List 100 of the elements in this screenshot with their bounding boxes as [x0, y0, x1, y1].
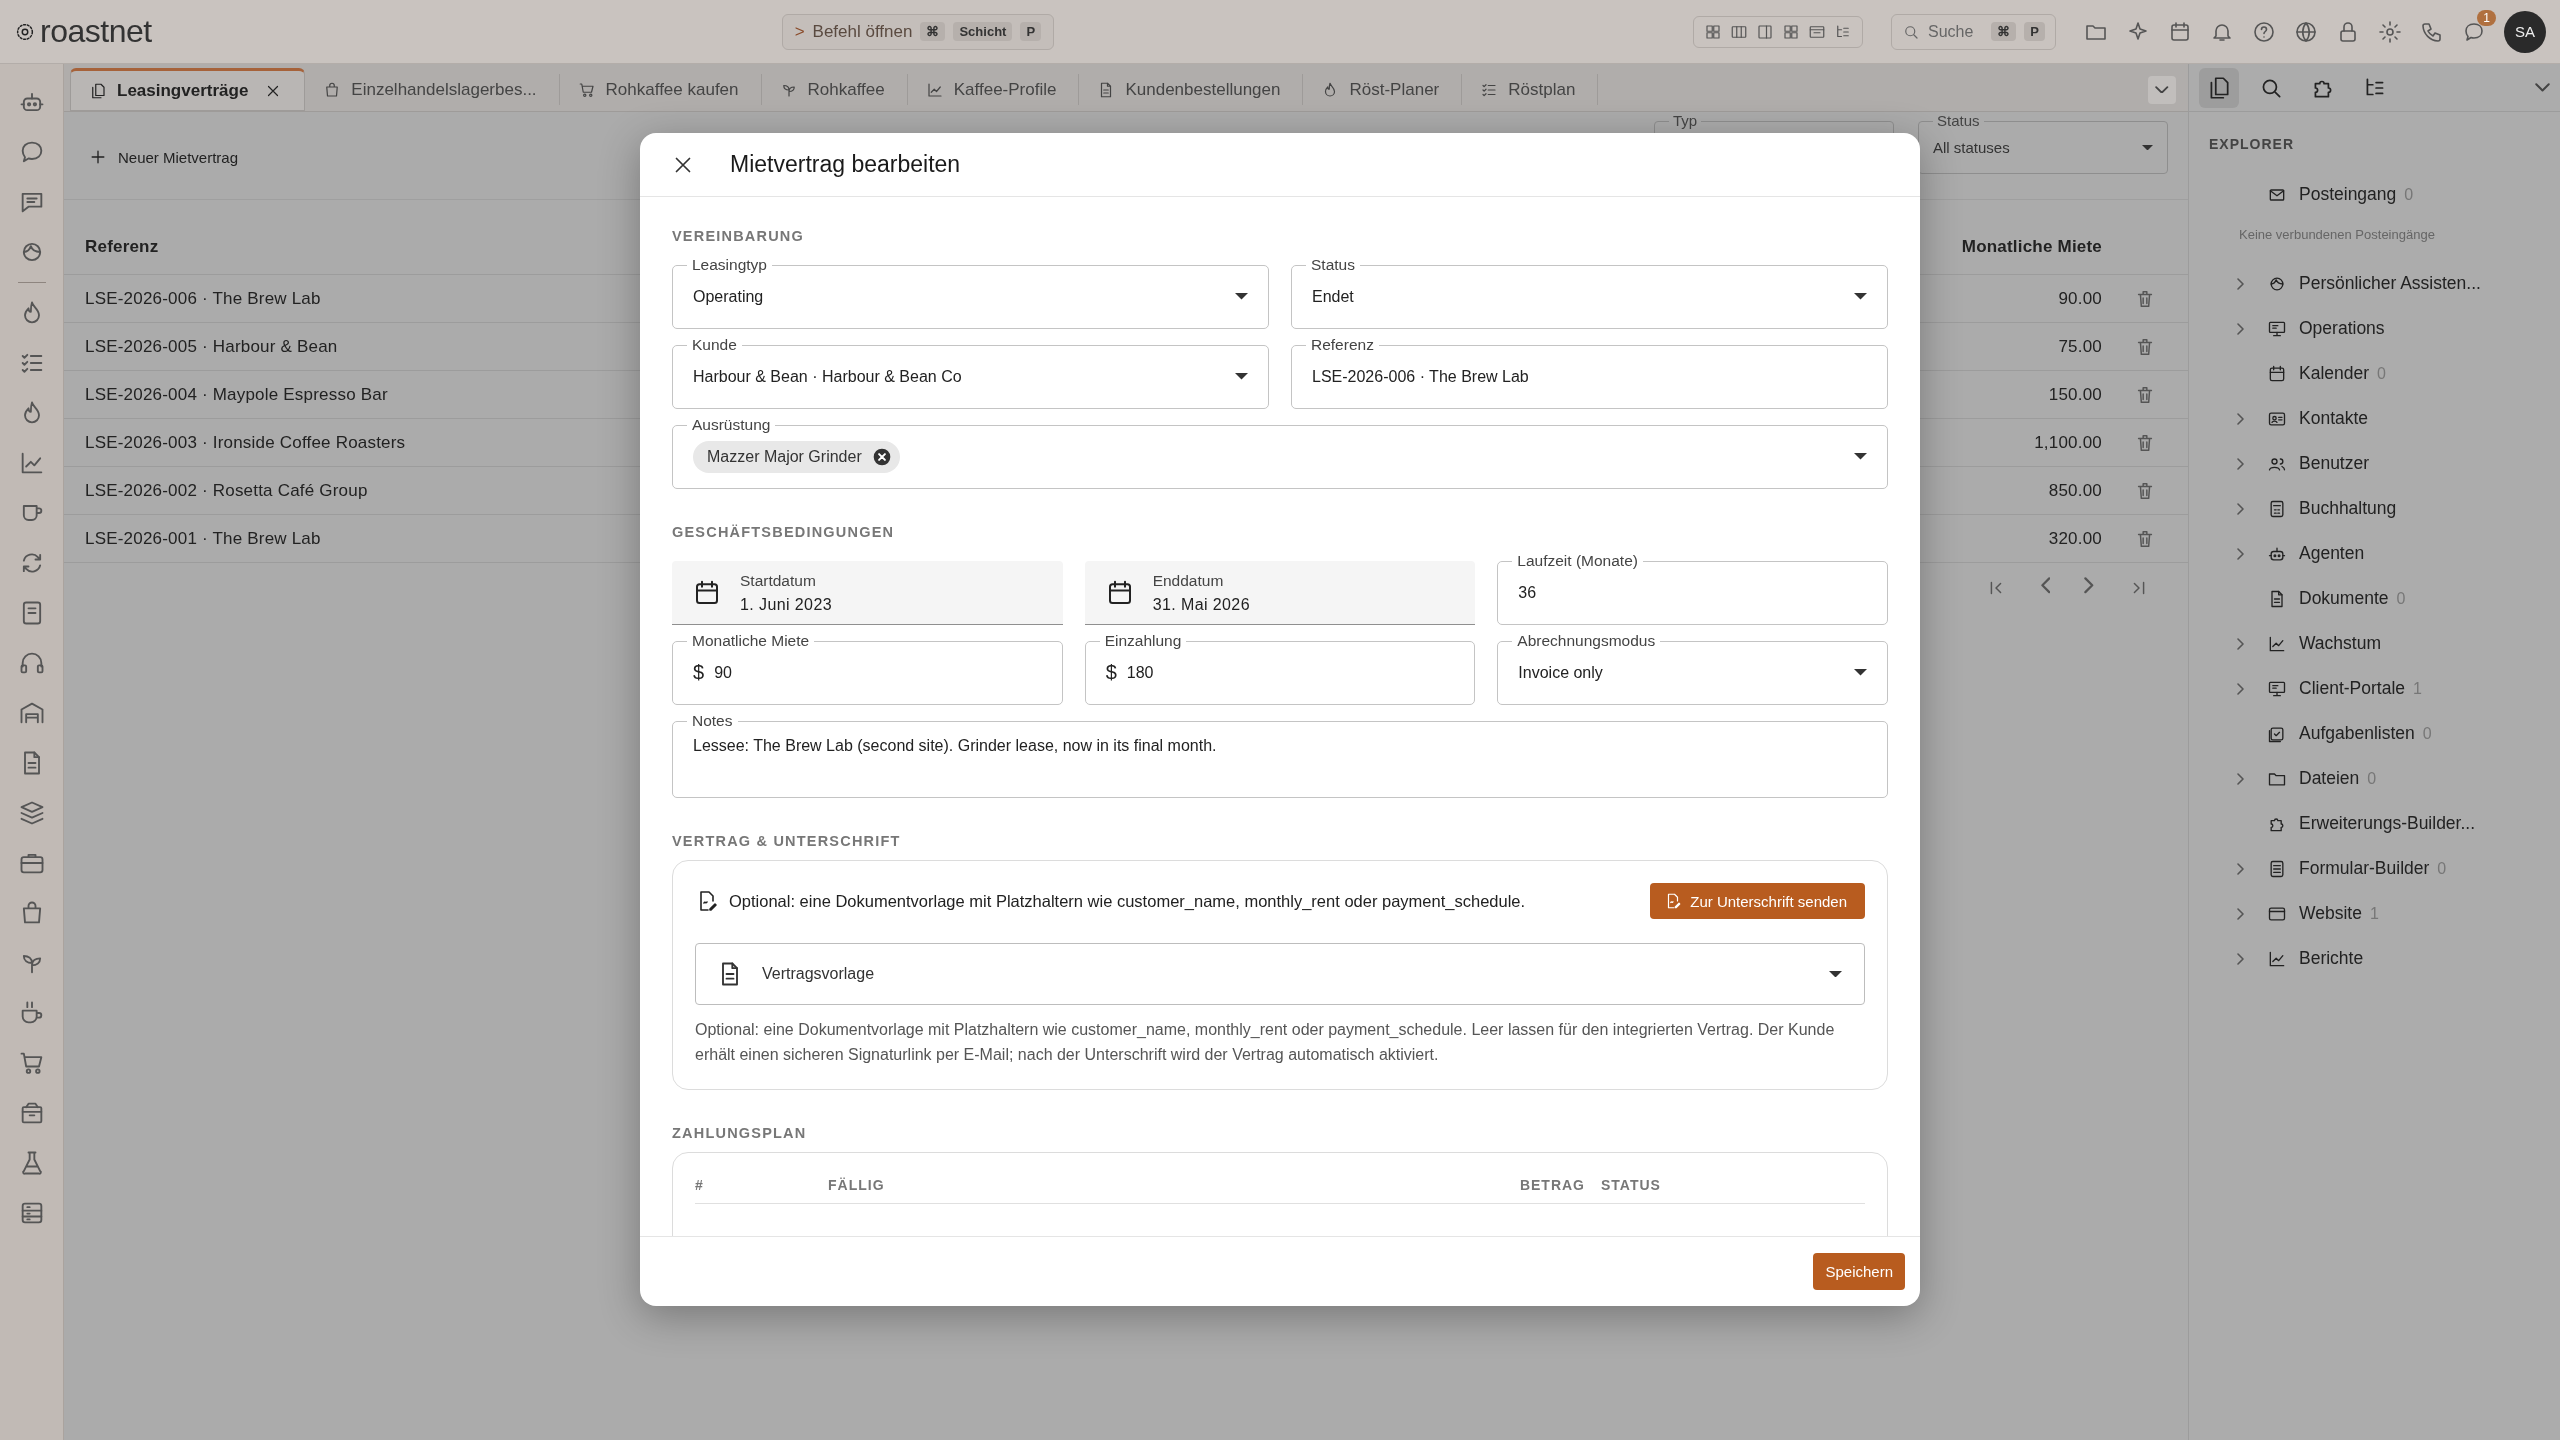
explorer-item[interactable]: Benutzer [2189, 441, 2560, 486]
caret-icon [1829, 970, 1842, 978]
tab[interactable]: Kaffee-Profile [907, 74, 1080, 105]
table-cell: LSE-2026-004 · Maypole Espresso Bar [85, 384, 388, 405]
settings-button[interactable] [2378, 19, 2402, 44]
table-cell: LSE-2026-001 · The Brew Lab [85, 528, 321, 549]
table-cell: LSE-2026-003 · Ironside Coffee Roasters [85, 432, 406, 453]
chevron-right-icon [2237, 277, 2244, 290]
tab[interactable]: Rohkaffee kaufen [559, 74, 762, 105]
search-field[interactable]: Suche ⌘ P [1891, 13, 2056, 50]
explorer-item[interactable]: Berichte [2189, 936, 2560, 981]
explorer-item[interactable]: Kontakte [2189, 396, 2560, 441]
field-value: 1. Juni 2023 [740, 595, 832, 614]
date-field[interactable]: Enddatum 31. Mai 2026 [1084, 561, 1476, 625]
explorer-item[interactable]: Persönlicher Assisten... [2189, 261, 2560, 306]
field-label: Kunde [691, 335, 738, 355]
caret-icon [1854, 453, 1867, 460]
table-cell-text: 320.00 [2047, 528, 2102, 549]
column-header: Referenz [85, 237, 159, 257]
caret-icon [1854, 293, 1867, 300]
collapse-button[interactable] [2535, 83, 2550, 92]
tabs-menu-button[interactable] [2148, 75, 2176, 104]
caret-icon [2142, 144, 2153, 151]
user-avatar[interactable]: SA [2504, 10, 2546, 53]
chevron-right-icon [2237, 772, 2244, 785]
table-cell-text: 75.00 [2057, 336, 2102, 357]
tab[interactable]: Röst-Planer [1303, 74, 1463, 105]
template-select[interactable]: Vertragsvorlage [695, 943, 1865, 1005]
tab[interactable]: Leasingverträge [70, 68, 306, 111]
explorer-item[interactable]: Erweiterungs-Builder... [2189, 801, 2560, 846]
settings-icon [2378, 19, 2402, 44]
tab[interactable]: Röstplan [1462, 74, 1599, 105]
equipment-chip[interactable]: Mazzer Major Grinder [693, 440, 900, 473]
section-heading: GESCHÄFTSBEDINGUNGEN [672, 523, 896, 541]
chevron-right-icon [2237, 322, 2244, 335]
field-label: Ausrüstung [691, 415, 772, 435]
help-button[interactable] [2252, 19, 2276, 44]
calendar-button[interactable] [2168, 19, 2192, 44]
panel-title: EXPLORER [2208, 135, 2295, 154]
remove-icon [871, 446, 892, 467]
panel-icon [1756, 22, 1774, 41]
grid-icon [1782, 22, 1800, 41]
tab[interactable]: Kundenbestellungen [1079, 74, 1304, 105]
table-cell-text: 150.00 [2047, 384, 2102, 405]
files-tab-button[interactable] [2199, 67, 2239, 108]
layout-button[interactable] [1782, 22, 1800, 41]
column-header: FÄLLIG [828, 1177, 886, 1193]
grid-icon [1704, 22, 1722, 41]
field-label: Referenz [1310, 335, 1375, 355]
field-value: 31. Mai 2026 [1152, 595, 1250, 614]
column-header: BETRAG [1518, 1177, 1585, 1193]
chevron-right-icon [2237, 862, 2244, 875]
command-button[interactable]: > Befehl öffnen ⌘ Schicht P [781, 13, 1055, 50]
field-label: Startdatum [740, 571, 817, 590]
field-label: Status [1936, 112, 1981, 130]
field-label: Abrechnungsmodus [1516, 631, 1657, 651]
new-lease-button[interactable]: Neuer Mietvertrag [82, 146, 245, 168]
field-label: Enddatum [1152, 571, 1225, 590]
layout-button[interactable] [1704, 22, 1722, 41]
column-header: Monatliche Miete [1960, 237, 2102, 257]
cart-icon [577, 80, 596, 99]
info-text: Optional: eine Dokumentvorlage mit Platzhaltern wie customer_name, monthly_rent oder payment_schedule. [729, 891, 1526, 911]
layout-button[interactable] [1756, 22, 1774, 41]
chevron-right-icon [2237, 502, 2244, 515]
chevron-right-icon [2084, 577, 2094, 594]
files-icon [89, 81, 107, 100]
field-label: Typ [1672, 112, 1699, 130]
help-icon [2252, 19, 2276, 44]
explorer-item[interactable]: Buchhaltung [2189, 486, 2560, 531]
table-cell: LSE-2026-006 · The Brew Lab [85, 288, 321, 309]
table-cell: LSE-2026-002 · Rosetta Café Group [85, 480, 368, 501]
explorer-item[interactable]: Operations [2189, 306, 2560, 351]
save-button[interactable]: Speichern [1813, 1253, 1905, 1290]
tab[interactable]: Rohkaffee [761, 74, 908, 105]
explorer-item[interactable]: Agenten [2189, 531, 2560, 576]
table-cell-text: 1,100.00 [2033, 432, 2102, 453]
chevron-right-icon [2237, 547, 2244, 560]
calendar-icon [2168, 19, 2192, 44]
send-for-signature-button[interactable]: Zur Unterschrift senden [1650, 883, 1865, 919]
chevron-left-icon [2040, 577, 2051, 594]
field-label: Notes [691, 711, 734, 731]
chevron-right-icon [2237, 637, 2244, 650]
explorer-item[interactable]: Wachstum [2189, 621, 2560, 666]
table-cell-text: 850.00 [2047, 480, 2102, 501]
chevron-down-icon [2535, 83, 2550, 92]
help-text: Optional: eine Dokumentvorlage mit Platzhaltern wie customer_name, monthly_rent oder payment_schedule. Leer lassen für den integrierten Vertrag. Der Kunde erhält einen sicheren Signaturlink per E-Mail; nach der Unterschrift wird der Vertrag automatisch aktiviert. [695, 1020, 1836, 1065]
section-heading: VERTRAG & UNTERSCHRIFT [672, 832, 902, 850]
chevron-right-icon [2237, 682, 2244, 695]
field-label: Monatliche Miete [691, 631, 811, 651]
chevron-right-icon [2237, 457, 2244, 470]
field-label: Leasingtyp [691, 255, 768, 275]
caret-icon [1235, 373, 1248, 380]
app-logo: roastnet [40, 13, 152, 50]
field-label: Status [1310, 255, 1356, 275]
chevron-right-icon [2237, 952, 2244, 965]
date-field[interactable]: Startdatum 1. Juni 2023 [672, 561, 1063, 625]
globe-button[interactable] [2294, 19, 2318, 44]
calendar-icon [2267, 363, 2287, 384]
field-label: Laufzeit (Monate) [1516, 551, 1639, 571]
tab[interactable]: Einzelhandelslagerbes... [305, 74, 560, 105]
